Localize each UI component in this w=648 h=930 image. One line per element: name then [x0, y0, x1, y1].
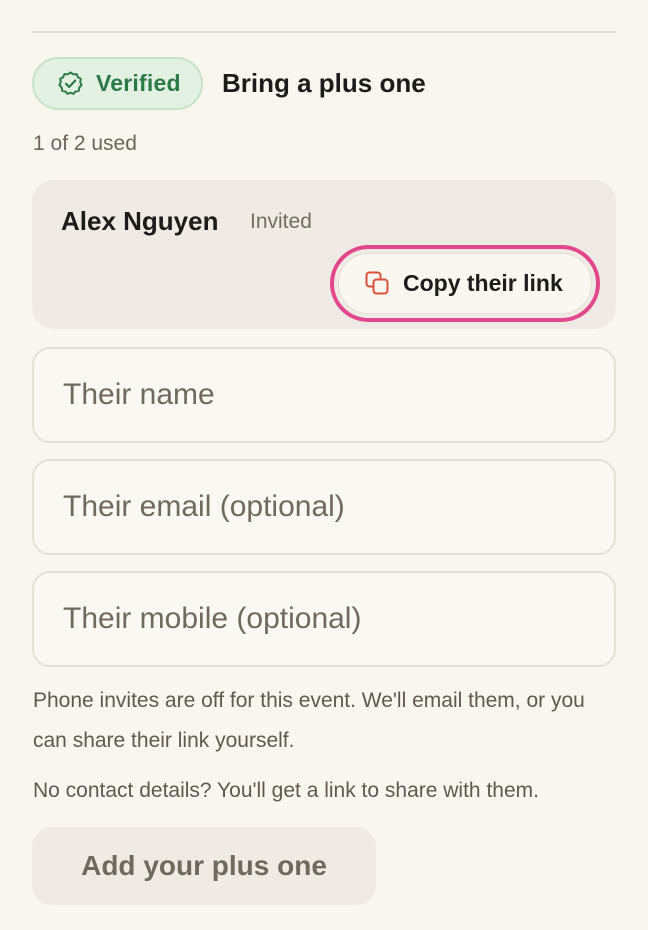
guest-name: Alex Nguyen	[61, 206, 219, 236]
phone-invites-note: Phone invites are off for this event. We…	[33, 689, 585, 752]
usage-counter: 1 of 2 used	[33, 132, 137, 155]
verified-badge: Verified	[32, 57, 203, 110]
their-email-input[interactable]	[32, 459, 616, 555]
guest-status: Invited	[250, 210, 312, 233]
no-contact-note: No contact details? You'll get a link to…	[33, 779, 539, 802]
add-plus-one-button[interactable]: Add your plus one	[32, 827, 376, 905]
guest-card: Alex Nguyen Invited Copy their link	[32, 180, 616, 329]
verified-label: Verified	[96, 70, 181, 96]
top-divider	[32, 31, 616, 33]
copy-icon	[364, 270, 391, 297]
plus-one-header: Verified Bring a plus one	[32, 57, 426, 110]
section-title: Bring a plus one	[222, 68, 426, 98]
their-mobile-input[interactable]	[32, 571, 616, 667]
copy-their-link-button[interactable]: Copy their link	[338, 253, 592, 314]
check-circle-icon	[57, 70, 84, 97]
their-name-input[interactable]	[32, 347, 616, 443]
copy-their-link-label: Copy their link	[403, 270, 563, 296]
